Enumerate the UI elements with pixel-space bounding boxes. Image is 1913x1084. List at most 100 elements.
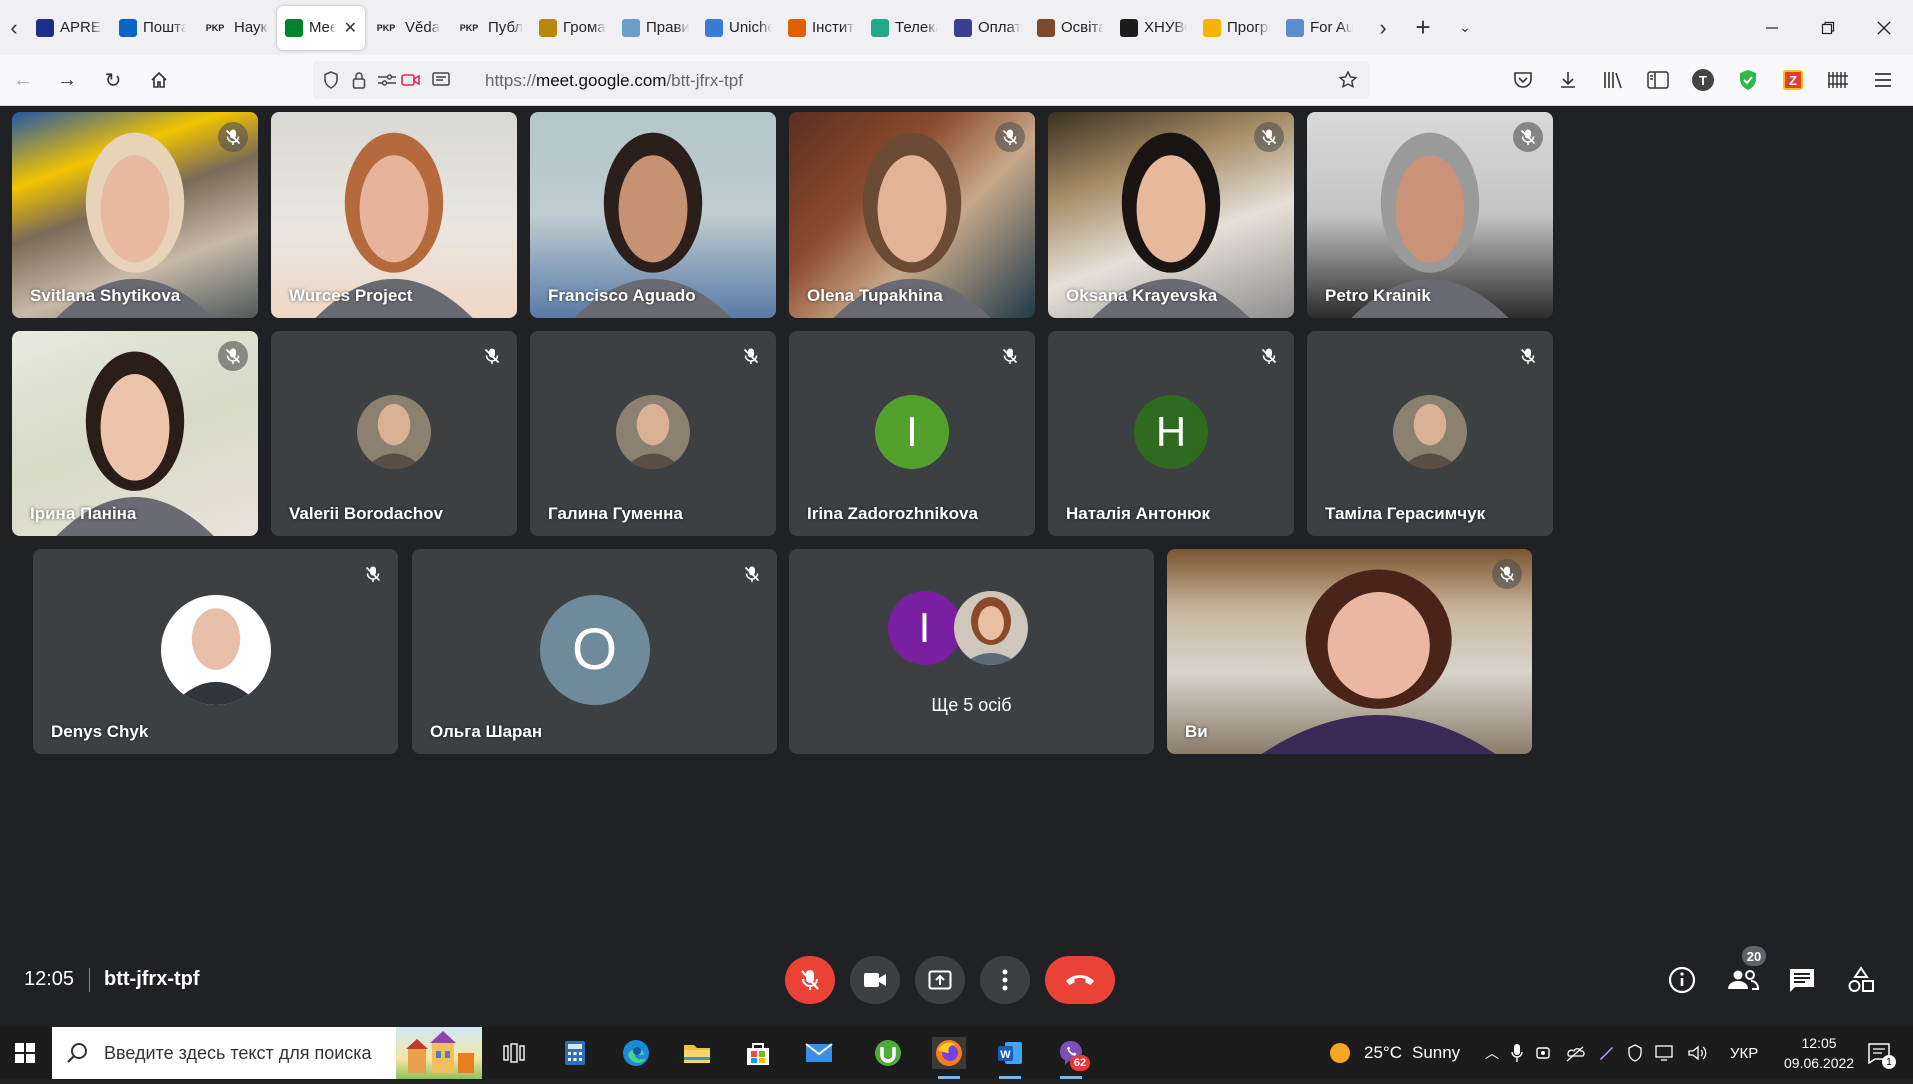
- browser-tab[interactable]: Unicheck: [697, 8, 780, 48]
- tab-scroll-left-icon[interactable]: ‹: [0, 8, 28, 48]
- participant-tile[interactable]: Svitlana Shytikova: [12, 112, 258, 318]
- notification-center-icon[interactable]: 1: [1862, 1037, 1896, 1069]
- taskbar-search-box[interactable]: Введите здесь текст для поиска: [52, 1027, 482, 1079]
- onedrive-tray-icon[interactable]: [1565, 1044, 1585, 1062]
- leave-call-button[interactable]: [1045, 956, 1115, 1004]
- mail-app-icon[interactable]: [802, 1037, 836, 1069]
- browser-tab[interactable]: PKP Наукова: [194, 8, 277, 48]
- permissions-icon[interactable]: [377, 70, 397, 90]
- camera-toggle-button[interactable]: [850, 956, 900, 1004]
- browser-tab[interactable]: Meet - відео ✕: [277, 5, 365, 50]
- sidebar-icon[interactable]: [1643, 65, 1673, 95]
- pen-tray-icon[interactable]: [1597, 1044, 1615, 1062]
- participant-name: Таміла Герасимчук: [1325, 504, 1486, 523]
- tray-expand-chevron-up-icon[interactable]: ︿: [1485, 1043, 1499, 1063]
- browser-tab[interactable]: Освіта: [1029, 8, 1112, 48]
- chat-button[interactable]: [1784, 962, 1820, 998]
- participant-tile[interactable]: Н Наталія Антонюк: [1048, 331, 1294, 536]
- more-options-button[interactable]: [980, 956, 1030, 1004]
- bookmark-star-icon[interactable]: [1338, 70, 1358, 90]
- word-app-icon[interactable]: W: [993, 1037, 1027, 1079]
- participant-tile[interactable]: Olena Tupakhina: [789, 112, 1035, 318]
- new-tab-icon[interactable]: +: [1409, 8, 1437, 48]
- activities-button[interactable]: [1843, 962, 1879, 998]
- input-language[interactable]: УКР: [1730, 1027, 1758, 1079]
- menu-hamburger-icon[interactable]: [1868, 65, 1898, 95]
- participant-tile[interactable]: I Ще 5 осіб: [789, 549, 1154, 754]
- browser-tab[interactable]: ХНУВС || Н: [1112, 8, 1195, 48]
- viber-app-icon[interactable]: 62: [1054, 1037, 1090, 1079]
- browser-tab[interactable]: APREI: [28, 8, 111, 48]
- window-restore-icon[interactable]: [1800, 0, 1856, 55]
- browser-tab[interactable]: PKP Публікації: [448, 8, 531, 48]
- more-participants-label: Ще 5 осіб: [931, 695, 1012, 715]
- participant-tile[interactable]: Oksana Krayevska: [1048, 112, 1294, 318]
- participant-tile[interactable]: О Ольга Шаран: [412, 549, 777, 754]
- extension-z-icon[interactable]: Z: [1778, 65, 1808, 95]
- participant-tile[interactable]: Francisco Aguado: [530, 112, 776, 318]
- participant-tile[interactable]: Denys Chyk: [33, 549, 398, 754]
- tab-scroll-right-icon[interactable]: ›: [1369, 8, 1397, 48]
- reload-icon[interactable]: ↻: [98, 65, 128, 95]
- participant-tile[interactable]: I Irina Zadorozhnikova: [789, 331, 1035, 536]
- extension-grid-icon[interactable]: [1823, 65, 1853, 95]
- downloads-icon[interactable]: [1553, 65, 1583, 95]
- participant-tile[interactable]: Valerii Borodachov: [271, 331, 517, 536]
- windows-start-icon[interactable]: [8, 1037, 42, 1069]
- browser-tab[interactable]: Правила: [614, 8, 697, 48]
- browser-tab[interactable]: Оплата: [946, 8, 1029, 48]
- taskbar-clock[interactable]: 12:05 09.06.2022: [1784, 1027, 1854, 1079]
- weather-widget[interactable]: 25°C Sunny: [1328, 1027, 1460, 1079]
- security-tray-icon[interactable]: [1627, 1044, 1643, 1062]
- participant-tile[interactable]: Галина Гуменна: [530, 331, 776, 536]
- forward-arrow-icon[interactable]: →: [52, 65, 82, 95]
- volume-tray-icon[interactable]: [1687, 1044, 1707, 1062]
- participant-tile[interactable]: Ви: [1167, 549, 1532, 754]
- pocket-icon[interactable]: [1508, 65, 1538, 95]
- participant-avatar-initial: Н: [1134, 394, 1208, 469]
- utorrent-icon[interactable]: [871, 1037, 905, 1069]
- present-screen-button[interactable]: [915, 956, 965, 1004]
- camera-sharing-icon[interactable]: [401, 70, 421, 90]
- address-bar[interactable]: https://meet.google.com/btt-jfrx-tpf: [313, 61, 1370, 99]
- task-view-icon[interactable]: [497, 1037, 531, 1069]
- webcam-tray-icon[interactable]: [1535, 1044, 1553, 1062]
- lock-icon[interactable]: [349, 70, 369, 90]
- home-icon[interactable]: [144, 65, 174, 95]
- tracking-protection-shield-icon[interactable]: [321, 70, 341, 90]
- library-icon[interactable]: [1598, 65, 1628, 95]
- browser-tab[interactable]: Програма: [1195, 8, 1278, 48]
- browser-tab[interactable]: Телеканал: [863, 8, 946, 48]
- microsoft-store-icon[interactable]: [741, 1037, 775, 1069]
- participant-tile[interactable]: Petro Krainik: [1307, 112, 1553, 318]
- participant-tile[interactable]: Таміла Герасимчук: [1307, 331, 1553, 536]
- browser-tab[interactable]: Пошта: [111, 8, 194, 48]
- edge-browser-icon[interactable]: [619, 1037, 653, 1069]
- meeting-details-button[interactable]: [1664, 962, 1700, 998]
- tab-close-icon[interactable]: ✕: [344, 18, 357, 38]
- notification-count-badge: 1: [1882, 1055, 1896, 1069]
- account-avatar-icon[interactable]: T: [1688, 65, 1718, 95]
- page-info-icon[interactable]: [431, 70, 451, 90]
- system-tray-icons: ︿: [1485, 1027, 1707, 1079]
- browser-tab[interactable]: Інститут: [780, 8, 863, 48]
- browser-tab[interactable]: PKP Věda a: [365, 8, 448, 48]
- url-text[interactable]: https://meet.google.com/btt-jfrx-tpf: [485, 71, 743, 91]
- window-close-icon[interactable]: [1856, 0, 1912, 55]
- file-explorer-icon[interactable]: [680, 1037, 714, 1069]
- back-arrow-icon[interactable]: ←: [8, 65, 38, 95]
- mic-toggle-button[interactable]: [785, 956, 835, 1004]
- microphone-in-use-icon[interactable]: [1511, 1043, 1523, 1063]
- tab-label: Освіта: [1061, 19, 1104, 36]
- firefox-taskbar-icon[interactable]: [932, 1037, 966, 1079]
- window-minimize-icon[interactable]: [1744, 0, 1800, 55]
- calculator-app-icon[interactable]: [558, 1037, 592, 1069]
- participant-tile[interactable]: Ірина Паніна: [12, 331, 258, 536]
- participant-tile[interactable]: Wurces Project: [271, 112, 517, 318]
- tab-list-chevron-down-icon[interactable]: ⌄: [1451, 8, 1479, 48]
- browser-tab[interactable]: Громадськ: [531, 8, 614, 48]
- browser-tab[interactable]: For Au: [1278, 8, 1361, 48]
- adblock-shield-icon[interactable]: [1733, 65, 1763, 95]
- people-button[interactable]: [1725, 962, 1761, 998]
- network-tray-icon[interactable]: [1655, 1045, 1675, 1061]
